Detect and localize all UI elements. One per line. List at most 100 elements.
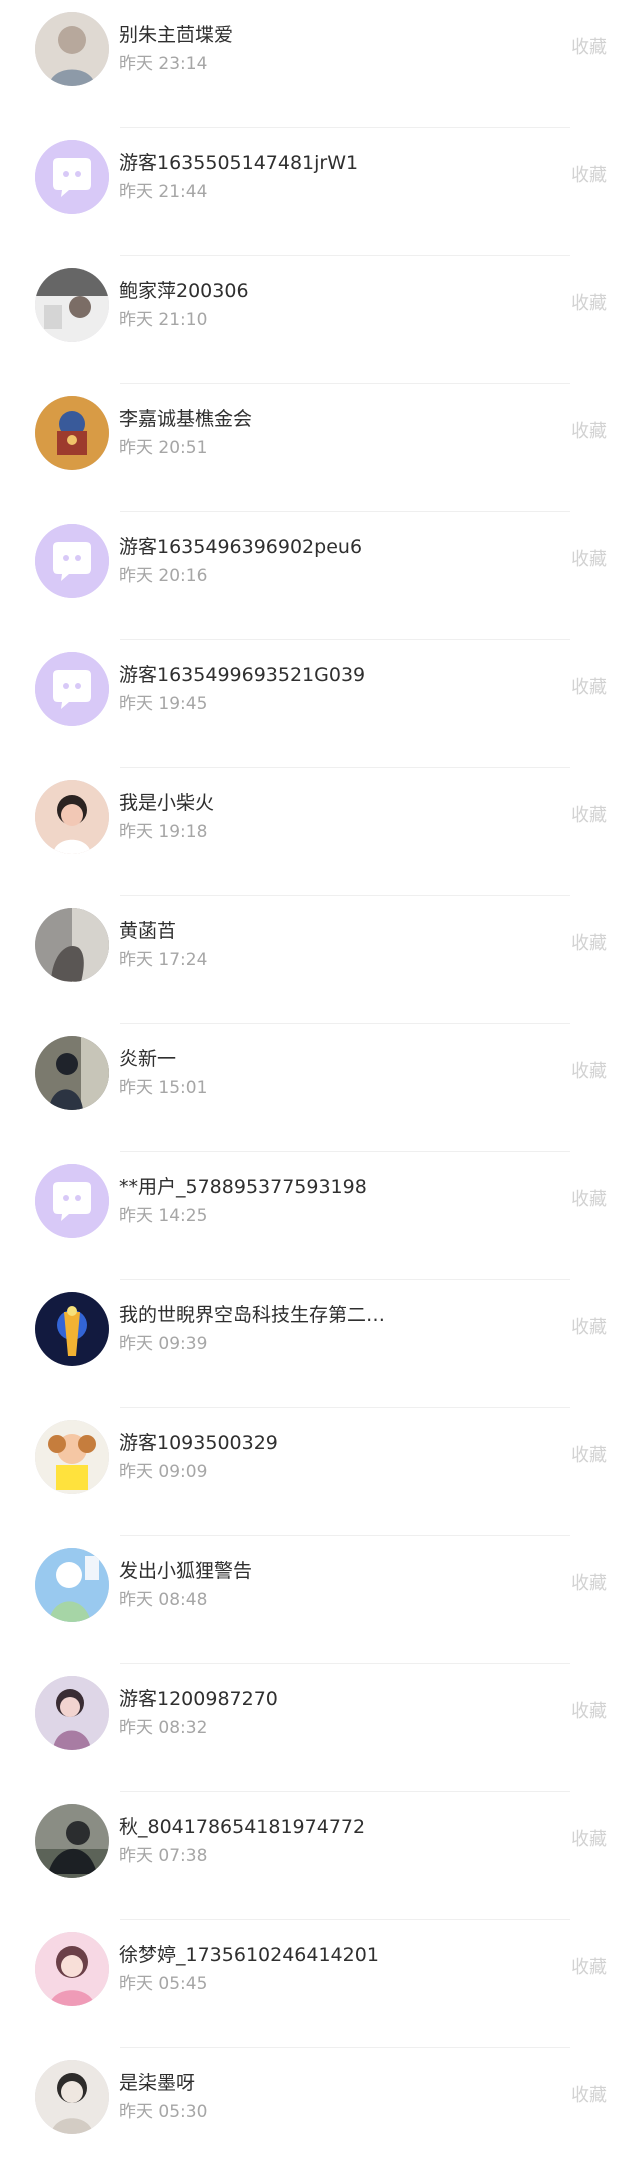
collect-button[interactable]: 收藏 bbox=[571, 2085, 607, 2107]
user-name: 游客1635499693521G039 bbox=[119, 664, 366, 686]
collect-button[interactable]: 收藏 bbox=[571, 933, 607, 955]
timestamp: 昨天 07:38 bbox=[119, 1846, 208, 1866]
avatar[interactable] bbox=[35, 1676, 109, 1750]
timestamp: 昨天 05:45 bbox=[119, 1974, 208, 1994]
user-name: 李嘉诚基樵金会 bbox=[119, 408, 253, 430]
collect-button[interactable]: 收藏 bbox=[571, 1829, 607, 1851]
avatar[interactable] bbox=[35, 12, 109, 86]
photo-avatar-icon bbox=[35, 1548, 109, 1622]
user-name: 发出小狐狸警告 bbox=[119, 1560, 253, 1582]
list-item[interactable]: 秋_804178654181974772 昨天 07:38 收藏 bbox=[0, 1792, 640, 1920]
avatar[interactable] bbox=[35, 908, 109, 982]
avatar[interactable] bbox=[35, 140, 109, 214]
timestamp: 昨天 21:44 bbox=[119, 182, 208, 202]
user-name: 游客1635505147481jrW1 bbox=[119, 152, 359, 174]
avatar[interactable] bbox=[35, 2060, 109, 2134]
user-list: 别朱主茴堞爱 昨天 23:14 收藏 游客1635505147481jrW1 昨… bbox=[0, 0, 640, 2140]
collect-button[interactable]: 收藏 bbox=[571, 37, 607, 59]
list-item[interactable]: 炎新一 昨天 15:01 收藏 bbox=[0, 1024, 640, 1152]
list-item[interactable]: 游客1093500329 昨天 09:09 收藏 bbox=[0, 1408, 640, 1536]
collect-button[interactable]: 收藏 bbox=[571, 1957, 607, 1979]
timestamp: 昨天 19:45 bbox=[119, 694, 208, 714]
user-name: 我是小柴火 bbox=[119, 792, 215, 814]
avatar[interactable] bbox=[35, 1292, 109, 1366]
timestamp: 昨天 17:24 bbox=[119, 950, 208, 970]
avatar[interactable] bbox=[35, 1804, 109, 1878]
list-item[interactable]: 徐梦婷_1735610246414201 昨天 05:45 收藏 bbox=[0, 1920, 640, 2048]
timestamp: 昨天 15:01 bbox=[119, 1078, 208, 1098]
user-name: 是柒墨呀 bbox=[119, 2072, 196, 2094]
user-name: 游客1200987270 bbox=[119, 1688, 278, 1710]
photo-avatar-icon bbox=[35, 908, 109, 982]
photo-avatar-icon bbox=[35, 1036, 109, 1110]
chat-bubble-icon bbox=[35, 140, 109, 214]
list-item[interactable]: 游客1635499693521G039 昨天 19:45 收藏 bbox=[0, 640, 640, 768]
timestamp: 昨天 19:18 bbox=[119, 822, 208, 842]
user-name: 秋_804178654181974772 bbox=[119, 1816, 366, 1838]
list-item[interactable]: 是柒墨呀 昨天 05:30 收藏 bbox=[0, 2048, 640, 2176]
collect-button[interactable]: 收藏 bbox=[571, 549, 607, 571]
timestamp: 昨天 20:16 bbox=[119, 566, 208, 586]
avatar[interactable] bbox=[35, 1036, 109, 1110]
list-item[interactable]: 黄菡苩 昨天 17:24 收藏 bbox=[0, 896, 640, 1024]
avatar[interactable] bbox=[35, 1420, 109, 1494]
collect-button[interactable]: 收藏 bbox=[571, 1189, 607, 1211]
chat-bubble-icon bbox=[35, 524, 109, 598]
collect-button[interactable]: 收藏 bbox=[571, 677, 607, 699]
list-item[interactable]: 我的世睨界空岛科技生存第二… 昨天 09:39 收藏 bbox=[0, 1280, 640, 1408]
collect-button[interactable]: 收藏 bbox=[571, 805, 607, 827]
user-name: 游客1635496396902peu6 bbox=[119, 536, 363, 558]
avatar[interactable] bbox=[35, 268, 109, 342]
collect-button[interactable]: 收藏 bbox=[571, 1445, 607, 1467]
user-name: 炎新一 bbox=[119, 1048, 177, 1070]
timestamp: 昨天 14:25 bbox=[119, 1206, 208, 1226]
timestamp: 昨天 23:14 bbox=[119, 54, 208, 74]
list-item[interactable]: 游客1635496396902peu6 昨天 20:16 收藏 bbox=[0, 512, 640, 640]
avatar[interactable] bbox=[35, 780, 109, 854]
photo-avatar-icon bbox=[35, 12, 109, 86]
timestamp: 昨天 20:51 bbox=[119, 438, 208, 458]
timestamp: 昨天 09:39 bbox=[119, 1334, 208, 1354]
collect-button[interactable]: 收藏 bbox=[571, 1573, 607, 1595]
avatar[interactable] bbox=[35, 396, 109, 470]
avatar[interactable] bbox=[35, 652, 109, 726]
avatar[interactable] bbox=[35, 1932, 109, 2006]
collect-button[interactable]: 收藏 bbox=[571, 165, 607, 187]
chat-bubble-icon bbox=[35, 652, 109, 726]
list-item[interactable]: 鲍家萍200306 昨天 21:10 收藏 bbox=[0, 256, 640, 384]
list-item[interactable]: 李嘉诚基樵金会 昨天 20:51 收藏 bbox=[0, 384, 640, 512]
avatar[interactable] bbox=[35, 1548, 109, 1622]
photo-avatar-icon bbox=[35, 1420, 109, 1494]
photo-avatar-icon bbox=[35, 268, 109, 342]
user-name: 徐梦婷_1735610246414201 bbox=[119, 1944, 379, 1966]
timestamp: 昨天 05:30 bbox=[119, 2102, 208, 2122]
list-item[interactable]: 我是小柴火 昨天 19:18 收藏 bbox=[0, 768, 640, 896]
collect-button[interactable]: 收藏 bbox=[571, 421, 607, 443]
list-item[interactable]: 发出小狐狸警告 昨天 08:48 收藏 bbox=[0, 1536, 640, 1664]
photo-avatar-icon bbox=[35, 780, 109, 854]
user-name: 游客1093500329 bbox=[119, 1432, 278, 1454]
avatar[interactable] bbox=[35, 524, 109, 598]
chat-bubble-icon bbox=[35, 1164, 109, 1238]
list-item[interactable]: **用户_578895377593198 昨天 14:25 收藏 bbox=[0, 1152, 640, 1280]
avatar[interactable] bbox=[35, 1164, 109, 1238]
timestamp: 昨天 08:32 bbox=[119, 1718, 208, 1738]
timestamp: 昨天 09:09 bbox=[119, 1462, 208, 1482]
user-name: 别朱主茴堞爱 bbox=[119, 24, 234, 46]
list-item[interactable]: 游客1200987270 昨天 08:32 收藏 bbox=[0, 1664, 640, 1792]
photo-avatar-icon bbox=[35, 396, 109, 470]
collect-button[interactable]: 收藏 bbox=[571, 1317, 607, 1339]
photo-avatar-icon bbox=[35, 1676, 109, 1750]
collect-button[interactable]: 收藏 bbox=[571, 1061, 607, 1083]
list-item[interactable]: 游客1635505147481jrW1 昨天 21:44 收藏 bbox=[0, 128, 640, 256]
photo-avatar-icon bbox=[35, 1932, 109, 2006]
timestamp: 昨天 21:10 bbox=[119, 310, 208, 330]
collect-button[interactable]: 收藏 bbox=[571, 293, 607, 315]
photo-avatar-icon bbox=[35, 1804, 109, 1878]
user-name: 黄菡苩 bbox=[119, 920, 177, 942]
collect-button[interactable]: 收藏 bbox=[571, 1701, 607, 1723]
list-item[interactable]: 别朱主茴堞爱 昨天 23:14 收藏 bbox=[0, 0, 640, 128]
photo-avatar-icon bbox=[35, 1292, 109, 1366]
photo-avatar-icon bbox=[35, 2060, 109, 2134]
user-name: **用户_578895377593198 bbox=[119, 1176, 367, 1198]
